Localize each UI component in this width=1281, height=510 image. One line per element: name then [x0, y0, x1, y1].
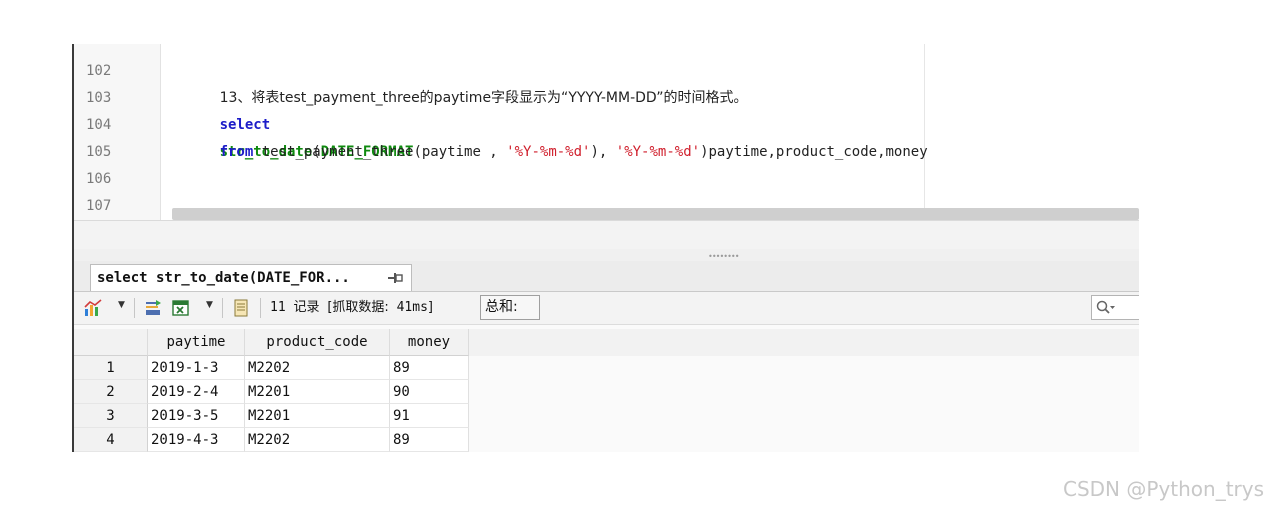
cell-money[interactable]: 89: [390, 428, 469, 452]
table-name: test_payment_three: [253, 144, 414, 160]
column-header-product-code[interactable]: product_code: [245, 329, 390, 356]
cell-money[interactable]: 90: [390, 380, 469, 404]
sum-label: 总和:: [480, 295, 540, 320]
string-literal: '%Y-%m-%d': [615, 144, 701, 160]
result-tab-label: select str_to_date(DATE_FOR...: [97, 270, 350, 286]
line-number-gutter: 102 103 104 105 106 107: [74, 44, 161, 220]
line-number: 107: [86, 198, 112, 214]
record-count-status: 11 记录 [抓取数据: 41ms]: [270, 292, 433, 324]
record-word: 记录: [293, 300, 320, 315]
result-toolbar: ▼ ▼ 11 记录 [抓取数据: 41ms] 总和:: [74, 292, 1139, 325]
fetch-label: [抓取数据:: [327, 300, 389, 315]
result-grid: paytime product_code money 1 2019-1-3 M2…: [74, 325, 1139, 452]
horizontal-scrollbar[interactable]: [172, 208, 1139, 220]
line-number: 103: [86, 90, 112, 106]
export-icon[interactable]: [144, 299, 162, 317]
column-header-paytime[interactable]: paytime: [148, 329, 245, 356]
keyword-from: from: [219, 144, 254, 160]
record-count: 11: [270, 300, 286, 315]
fetch-close: ]: [427, 300, 433, 315]
chevron-down-icon[interactable]: ▼: [118, 300, 125, 310]
code-args: (paytime ,: [413, 144, 507, 160]
print-margin-line: [924, 44, 925, 220]
code-line-102[interactable]: 13、将表test_payment_three的paytime字段显示为“YYY…: [169, 58, 748, 106]
string-literal: '%Y-%m-%d': [506, 144, 591, 160]
excel-icon[interactable]: [172, 299, 190, 317]
pane-splitter[interactable]: ••••••••: [74, 249, 1139, 261]
line-number: 102: [86, 63, 112, 79]
row-number: 1: [74, 356, 148, 380]
sql-editor[interactable]: 102 103 104 105 106 107 13、将表test_paymen…: [74, 44, 1139, 220]
line-number: 105: [86, 144, 112, 160]
code-punct: ),: [590, 144, 616, 160]
cell-paytime[interactable]: 2019-2-4: [148, 380, 245, 404]
row-number: 4: [74, 428, 148, 452]
cell-paytime[interactable]: 2019-1-3: [148, 356, 245, 380]
cell-product-code[interactable]: M2202: [245, 356, 390, 380]
search-icon[interactable]: [1096, 300, 1116, 316]
grid-header: paytime product_code money: [74, 329, 1139, 356]
line-number-partial: [74, 44, 160, 58]
result-tab[interactable]: select str_to_date(DATE_FOR...: [90, 264, 412, 291]
table-row[interactable]: 3 2019-3-5 M2201 91: [74, 404, 469, 428]
editor-bottom-bar: [74, 220, 1139, 250]
row-number: 2: [74, 380, 148, 404]
sql-client-window: 102 103 104 105 106 107 13、将表test_paymen…: [72, 44, 1139, 452]
line-number: 104: [86, 117, 112, 133]
watermark: CSDN @Python_trys: [1063, 477, 1265, 501]
cell-paytime[interactable]: 2019-3-5: [148, 404, 245, 428]
chevron-down-icon[interactable]: ▼: [206, 300, 213, 310]
cell-product-code[interactable]: M2201: [245, 380, 390, 404]
code-line-103[interactable]: select str_to_date(DATE_FORMAT(paytime ,…: [169, 85, 928, 160]
cell-product-code[interactable]: M2202: [245, 428, 390, 452]
row-number: 3: [74, 404, 148, 428]
code-line-104[interactable]: from test_payment_three: [169, 112, 414, 160]
result-tab-bar: select str_to_date(DATE_FOR...: [74, 261, 1139, 292]
column-header-money[interactable]: money: [390, 329, 469, 356]
chart-view-icon[interactable]: [84, 299, 102, 317]
line-number: 106: [86, 171, 112, 187]
table-row[interactable]: 4 2019-4-3 M2202 89: [74, 428, 469, 452]
pin-icon[interactable]: [387, 271, 403, 285]
document-icon[interactable]: [232, 299, 250, 317]
search-input[interactable]: [1091, 295, 1139, 320]
toolbar-separator: [134, 298, 135, 318]
cell-product-code[interactable]: M2201: [245, 404, 390, 428]
cell-paytime[interactable]: 2019-4-3: [148, 428, 245, 452]
toolbar-separator: [222, 298, 223, 318]
row-number-header: [74, 329, 148, 356]
cell-money[interactable]: 91: [390, 404, 469, 428]
table-row[interactable]: 2 2019-2-4 M2201 90: [74, 380, 469, 404]
cell-money[interactable]: 89: [390, 356, 469, 380]
toolbar-separator: [260, 298, 261, 318]
code-columns: )paytime,product_code,money: [700, 144, 928, 160]
fetch-time: 41ms: [396, 300, 428, 315]
splitter-grip-icon: ••••••••: [708, 252, 740, 261]
table-row[interactable]: 1 2019-1-3 M2202 89: [74, 356, 469, 380]
